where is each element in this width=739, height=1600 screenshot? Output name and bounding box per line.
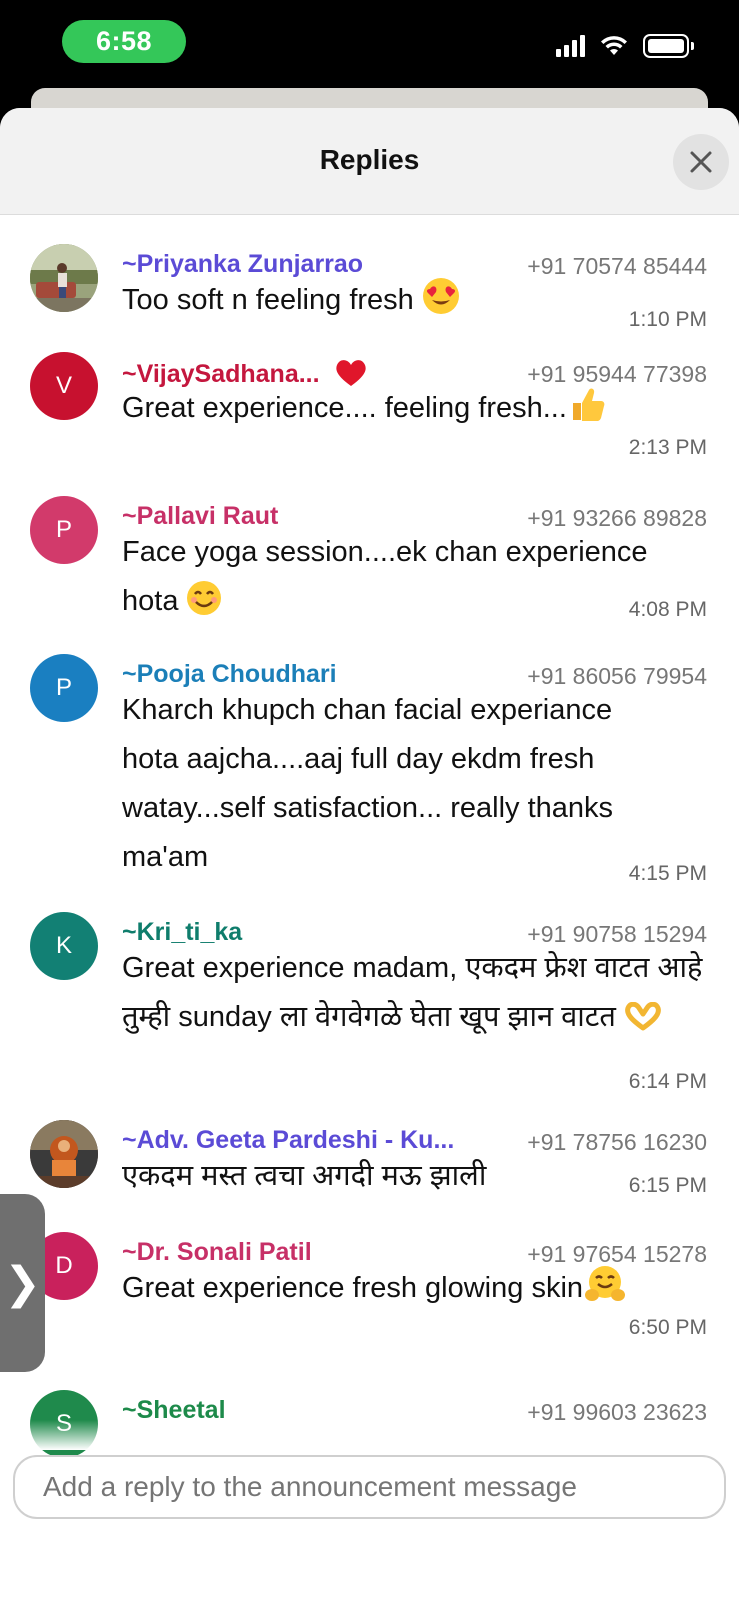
reply-time: 1:10 PM [628, 308, 707, 331]
heart-hands-emoji-icon [624, 999, 662, 1048]
hugging-emoji-icon [585, 1265, 626, 1319]
sender-name[interactable]: ~Priyanka Zunjarrao [122, 250, 363, 279]
reply-message: एकदम मस्त त्वचा अगदी मऊ झाली [122, 1152, 707, 1201]
reply-message: Great experience madam, एकदम फ्रेश वाटत … [122, 944, 703, 1048]
reply-text: Kharch khupch chan facial experiance hot… [122, 694, 614, 873]
reply-item[interactable]: ~Adv. Geeta Pardeshi - Ku... +91 78756 1… [0, 1112, 739, 1212]
avatar[interactable] [30, 244, 98, 312]
replies-sheet: Replies ~Priyanka Zunjarrao +91 70574 85… [0, 108, 739, 1600]
replies-list[interactable]: ~Priyanka Zunjarrao +91 70574 85444 Too … [0, 216, 739, 1512]
close-button[interactable] [673, 134, 729, 190]
reply-message: Face yoga session....ek chan experience … [122, 528, 699, 632]
sender-name[interactable]: ~Adv. Geeta Pardeshi - Ku... [122, 1126, 454, 1155]
reply-item[interactable]: ~Priyanka Zunjarrao +91 70574 85444 Too … [0, 236, 739, 336]
reply-message: Great experience.... feeling fresh... [122, 384, 707, 439]
avatar-photo [30, 1120, 98, 1188]
reply-item[interactable]: P ~Pallavi Raut +91 93266 89828 Face yog… [0, 488, 739, 628]
avatar[interactable]: P [30, 654, 98, 722]
reply-item[interactable]: D ~Dr. Sonali Patil +91 97654 15278 Grea… [0, 1224, 739, 1364]
reply-time: 4:08 PM [628, 598, 707, 621]
sender-name[interactable]: ~Pallavi Raut [122, 502, 278, 531]
list-fade [0, 1420, 739, 1450]
sheet-title: Replies [319, 144, 420, 175]
cellular-signal-icon [556, 35, 585, 57]
reply-message: Too soft n feeling fresh [122, 276, 707, 331]
reply-item[interactable]: P ~Pooja Choudhari +91 86056 79954 Kharc… [0, 646, 739, 886]
avatar[interactable]: V [30, 352, 98, 420]
heart-eyes-emoji-icon [422, 277, 460, 331]
avatar[interactable] [30, 1120, 98, 1188]
avatar[interactable]: K [30, 912, 98, 980]
reply-item[interactable]: K ~Kri_ti_ka +91 90758 15294 Great exper… [0, 904, 739, 1094]
reply-time: 2:13 PM [628, 436, 707, 459]
reply-time: 6:15 PM [628, 1174, 707, 1197]
reply-input[interactable] [13, 1455, 726, 1519]
reply-text: Too soft n feeling fresh [122, 284, 414, 316]
reply-message: Great experience fresh glowing skin [122, 1264, 707, 1319]
status-icons [556, 34, 694, 58]
sender-name[interactable]: ~Kri_ti_ka [122, 918, 242, 947]
close-icon [690, 151, 712, 173]
reply-text: Great experience.... feeling fresh... [122, 392, 567, 424]
status-bar: 6:58 [0, 0, 739, 92]
sender-name[interactable]: ~Dr. Sonali Patil [122, 1238, 312, 1267]
reply-text: Great experience madam, एकदम फ्रेश वाटत … [122, 952, 703, 1033]
thumbs-up-emoji-icon [569, 385, 605, 439]
wifi-icon [601, 36, 627, 55]
reply-text: Great experience fresh glowing skin [122, 1272, 584, 1304]
reply-time: 4:15 PM [628, 862, 707, 885]
chevron-right-icon: ❯ [4, 1258, 41, 1308]
reply-text: एकदम मस्त त्वचा अगदी मऊ झाली [122, 1160, 487, 1192]
sender-name[interactable]: ~Pooja Choudhari [122, 660, 337, 689]
reply-time: 6:14 PM [628, 1070, 707, 1093]
status-time[interactable]: 6:58 [62, 20, 186, 63]
battery-icon [643, 34, 694, 58]
avatar-photo [30, 244, 98, 312]
expand-tab[interactable]: ❯ [0, 1194, 45, 1372]
sheet-header: Replies [0, 108, 739, 215]
reply-time: 6:50 PM [628, 1316, 707, 1339]
avatar[interactable]: P [30, 496, 98, 564]
smile-emoji-icon [186, 580, 222, 632]
reply-message: Kharch khupch chan facial experiance hot… [122, 686, 669, 882]
reply-item[interactable]: V ~VijaySadhana... +91 95944 77398 Great… [0, 344, 739, 474]
